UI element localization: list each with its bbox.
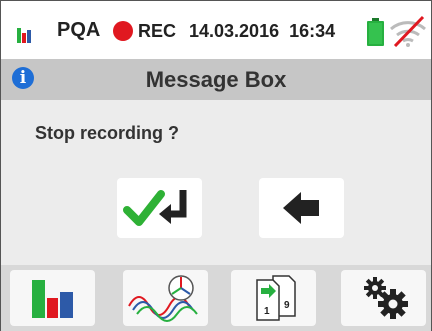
pqa-logo-icon	[17, 28, 31, 43]
recording-indicator-icon	[113, 21, 133, 41]
status-bar: PQA REC 14.03.2016 16:34	[1, 1, 431, 59]
app-name: PQA	[57, 19, 101, 41]
toolbar-waveform-button[interactable]	[123, 270, 208, 326]
bottom-toolbar: 1 9	[1, 265, 431, 331]
back-button[interactable]	[259, 178, 344, 238]
page-number-first: 1	[264, 306, 270, 317]
battery-full-icon	[367, 18, 384, 46]
page-number-last: 9	[284, 300, 290, 311]
toolbar-measurements-button[interactable]	[10, 270, 95, 326]
message-text: Stop recording ?	[35, 123, 179, 143]
bar-chart-icon	[32, 280, 73, 318]
toolbar-settings-button[interactable]	[341, 270, 426, 326]
date-time: 14.03.2016 16:34	[189, 21, 335, 42]
toolbar-pages-button[interactable]: 1 9	[231, 270, 316, 326]
back-arrow-icon	[283, 192, 319, 224]
recording-label: REC	[138, 21, 177, 41]
info-icon[interactable]: i	[12, 67, 34, 89]
time-text: 16:34	[289, 21, 336, 41]
confirm-button[interactable]	[117, 178, 202, 238]
page-copy-icon: 1 9	[256, 275, 296, 321]
confirm-enter-icon	[123, 190, 187, 226]
title-bar: Message Box i	[1, 59, 431, 100]
instrument-screen: PQA REC 14.03.2016 16:34 Message Box i S…	[0, 0, 432, 331]
waveform-vector-icon	[128, 275, 198, 322]
wifi-off-icon	[390, 15, 426, 47]
gears-settings-icon	[364, 277, 408, 319]
date-text: 14.03.2016	[189, 21, 280, 41]
page-title: Message Box	[145, 67, 287, 92]
